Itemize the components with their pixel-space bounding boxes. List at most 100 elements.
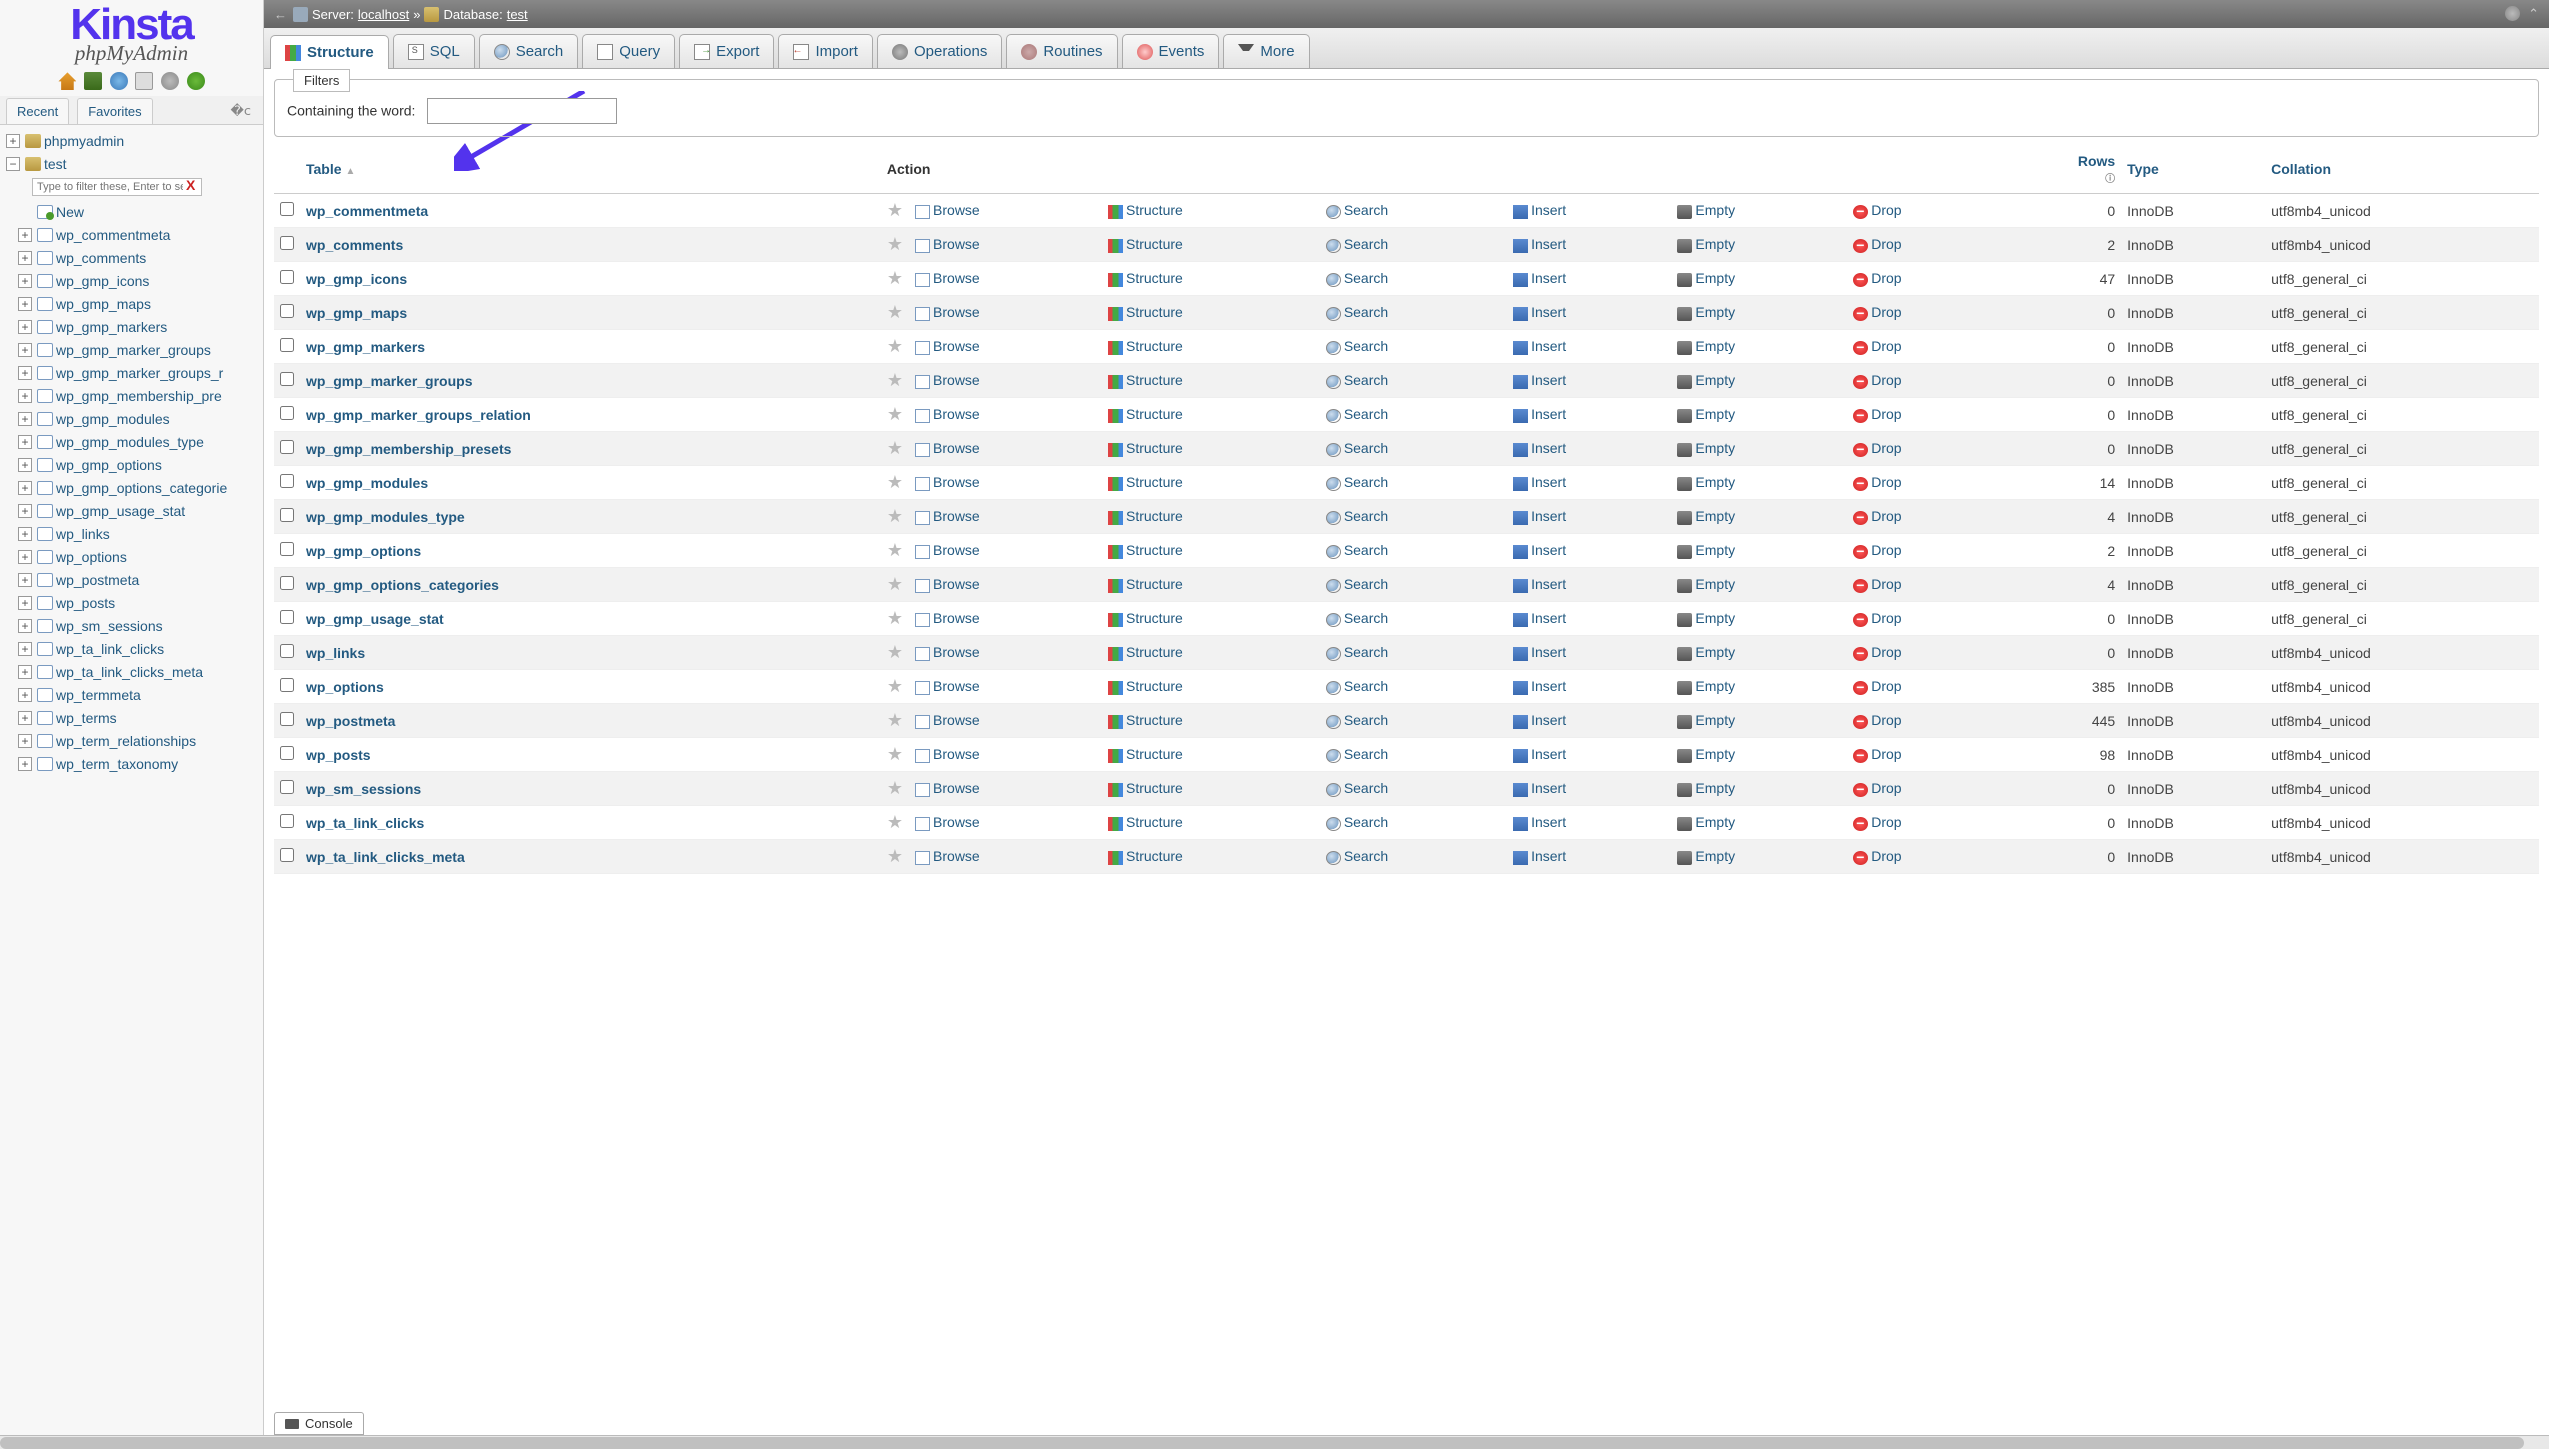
search-link[interactable]: Search [1344, 236, 1388, 252]
favorite-star-icon[interactable]: ★ [881, 228, 909, 262]
table-name-link[interactable]: wp_sm_sessions [306, 781, 421, 797]
expand-icon[interactable] [18, 527, 32, 541]
drop-link[interactable]: Drop [1871, 610, 1901, 626]
row-checkbox[interactable] [280, 304, 294, 318]
empty-link[interactable]: Empty [1695, 712, 1735, 728]
search-link[interactable]: Search [1344, 576, 1388, 592]
expand-icon[interactable] [18, 550, 32, 564]
tree-table-item[interactable]: wp_posts [4, 591, 263, 614]
expand-icon[interactable] [6, 157, 20, 171]
expand-icon[interactable] [18, 596, 32, 610]
tab-recent[interactable]: Recent [6, 98, 69, 124]
structure-link[interactable]: Structure [1126, 474, 1183, 490]
table-name-link[interactable]: wp_gmp_modules [306, 475, 428, 491]
search-link[interactable]: Search [1344, 712, 1388, 728]
favorite-star-icon[interactable]: ★ [881, 364, 909, 398]
favorite-star-icon[interactable]: ★ [881, 432, 909, 466]
table-name-link[interactable]: wp_gmp_usage_stat [306, 611, 444, 627]
browse-link[interactable]: Browse [933, 270, 980, 286]
tree-table-item[interactable]: wp_comments [4, 246, 263, 269]
row-checkbox[interactable] [280, 236, 294, 250]
row-checkbox[interactable] [280, 848, 294, 862]
tab-query[interactable]: Query [582, 34, 675, 68]
insert-link[interactable]: Insert [1531, 270, 1566, 286]
search-link[interactable]: Search [1344, 542, 1388, 558]
browse-link[interactable]: Browse [933, 508, 980, 524]
expand-icon[interactable] [18, 435, 32, 449]
structure-link[interactable]: Structure [1126, 270, 1183, 286]
tree-table-item[interactable]: wp_gmp_options [4, 453, 263, 476]
search-link[interactable]: Search [1344, 440, 1388, 456]
insert-link[interactable]: Insert [1531, 780, 1566, 796]
row-checkbox[interactable] [280, 440, 294, 454]
tab-favorites[interactable]: Favorites [77, 98, 152, 124]
empty-link[interactable]: Empty [1695, 236, 1735, 252]
tab-more[interactable]: More [1223, 34, 1309, 68]
tree-table-item[interactable]: wp_terms [4, 706, 263, 729]
structure-link[interactable]: Structure [1126, 678, 1183, 694]
browse-link[interactable]: Browse [933, 610, 980, 626]
empty-link[interactable]: Empty [1695, 848, 1735, 864]
tree-table-item[interactable]: wp_postmeta [4, 568, 263, 591]
browse-link[interactable]: Browse [933, 372, 980, 388]
drop-link[interactable]: Drop [1871, 644, 1901, 660]
expand-icon[interactable] [18, 619, 32, 633]
favorite-star-icon[interactable]: ★ [881, 772, 909, 806]
tree-item[interactable]: phpmyadmin [4, 129, 263, 152]
row-checkbox[interactable] [280, 474, 294, 488]
drop-link[interactable]: Drop [1871, 304, 1901, 320]
table-name-link[interactable]: wp_gmp_maps [306, 305, 407, 321]
table-name-link[interactable]: wp_gmp_marker_groups_relation [306, 407, 531, 423]
table-name-link[interactable]: wp_gmp_membership_presets [306, 441, 511, 457]
tree-table-item[interactable]: wp_sm_sessions [4, 614, 263, 637]
tree-table-item[interactable]: wp_gmp_modules [4, 407, 263, 430]
favorite-star-icon[interactable]: ★ [881, 296, 909, 330]
browse-link[interactable]: Browse [933, 202, 980, 218]
structure-link[interactable]: Structure [1126, 406, 1183, 422]
search-link[interactable]: Search [1344, 474, 1388, 490]
expand-icon[interactable] [18, 343, 32, 357]
tab-operations[interactable]: Operations [877, 34, 1002, 68]
tree-table-item[interactable]: wp_links [4, 522, 263, 545]
expand-icon[interactable] [18, 642, 32, 656]
drop-link[interactable]: Drop [1871, 814, 1901, 830]
expand-icon[interactable] [18, 688, 32, 702]
favorite-star-icon[interactable]: ★ [881, 534, 909, 568]
favorite-star-icon[interactable]: ★ [881, 330, 909, 364]
expand-icon[interactable] [18, 481, 32, 495]
row-checkbox[interactable] [280, 746, 294, 760]
collapse-top-icon[interactable]: ⌃ [2528, 6, 2539, 22]
browse-link[interactable]: Browse [933, 678, 980, 694]
browse-link[interactable]: Browse [933, 576, 980, 592]
tree-table-item[interactable]: wp_term_relationships [4, 729, 263, 752]
drop-link[interactable]: Drop [1871, 236, 1901, 252]
browse-link[interactable]: Browse [933, 848, 980, 864]
drop-link[interactable]: Drop [1871, 270, 1901, 286]
browse-link[interactable]: Browse [933, 304, 980, 320]
table-name-link[interactable]: wp_gmp_options [306, 543, 421, 559]
insert-link[interactable]: Insert [1531, 848, 1566, 864]
favorite-star-icon[interactable]: ★ [881, 738, 909, 772]
empty-link[interactable]: Empty [1695, 678, 1735, 694]
tree-filter-input[interactable] [32, 178, 202, 196]
browse-link[interactable]: Browse [933, 644, 980, 660]
insert-link[interactable]: Insert [1531, 542, 1566, 558]
expand-icon[interactable] [18, 757, 32, 771]
table-name-link[interactable]: wp_posts [306, 747, 371, 763]
table-name-link[interactable]: wp_commentmeta [306, 203, 428, 219]
browse-link[interactable]: Browse [933, 440, 980, 456]
search-link[interactable]: Search [1344, 372, 1388, 388]
insert-link[interactable]: Insert [1531, 406, 1566, 422]
expand-icon[interactable] [18, 573, 32, 587]
tree-table-item[interactable]: wp_gmp_marker_groups [4, 338, 263, 361]
drop-link[interactable]: Drop [1871, 508, 1901, 524]
search-link[interactable]: Search [1344, 780, 1388, 796]
structure-link[interactable]: Structure [1126, 780, 1183, 796]
favorite-star-icon[interactable]: ★ [881, 194, 909, 228]
drop-link[interactable]: Drop [1871, 338, 1901, 354]
table-name-link[interactable]: wp_gmp_icons [306, 271, 407, 287]
empty-link[interactable]: Empty [1695, 508, 1735, 524]
empty-link[interactable]: Empty [1695, 270, 1735, 286]
insert-link[interactable]: Insert [1531, 372, 1566, 388]
insert-link[interactable]: Insert [1531, 474, 1566, 490]
